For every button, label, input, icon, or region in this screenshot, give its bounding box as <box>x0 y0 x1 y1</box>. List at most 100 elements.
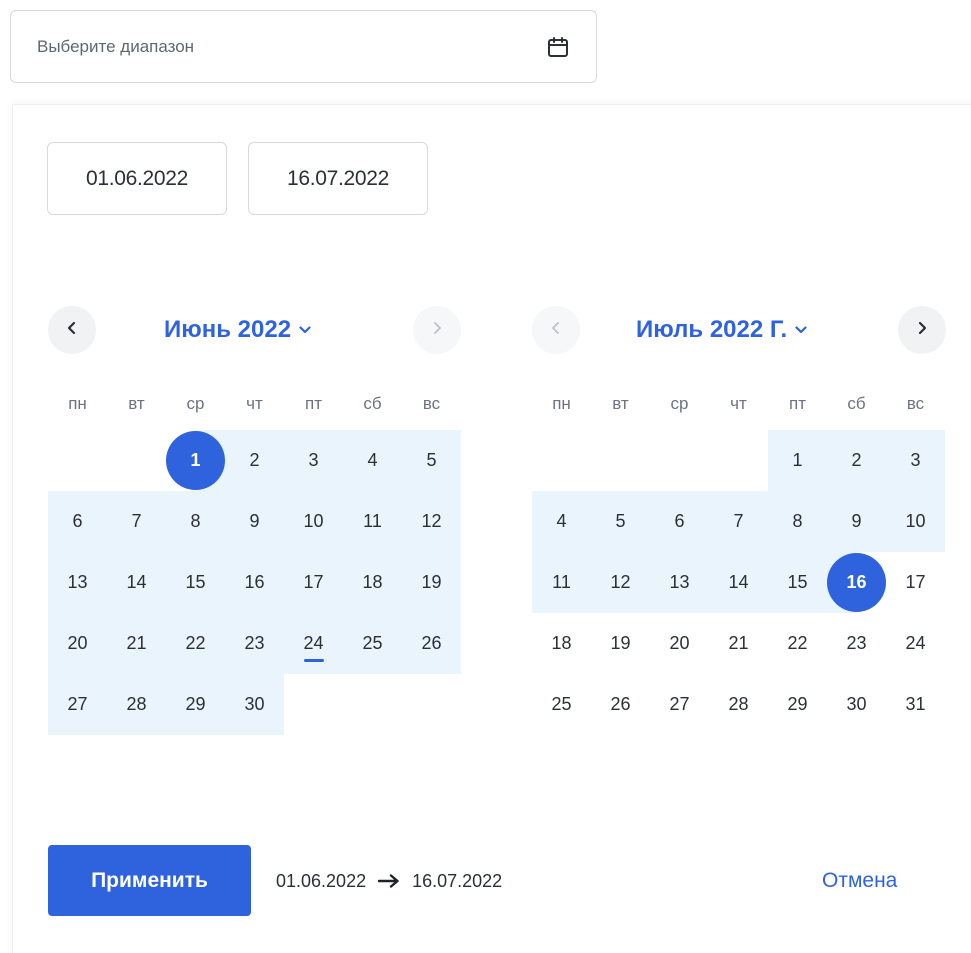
day-cell[interactable]: 11 <box>343 491 402 552</box>
calendar-icon[interactable] <box>546 35 570 59</box>
day-cell[interactable]: 21 <box>107 613 166 674</box>
week-row: 20 21 22 23 24 25 26 <box>48 613 461 674</box>
weekday-label: вт <box>612 394 629 413</box>
day-cell[interactable]: 31 <box>886 674 945 735</box>
day-cell[interactable]: 2 <box>225 430 284 491</box>
day-cell[interactable]: 22 <box>768 613 827 674</box>
day-cell[interactable]: 28 <box>107 674 166 735</box>
week-row: 11 12 13 14 15 16 17 <box>532 552 945 613</box>
day-cell[interactable]: 30 <box>225 674 284 735</box>
day-cell[interactable]: 5 <box>402 430 461 491</box>
day-number: 26 <box>610 694 631 714</box>
day-number: 7 <box>131 511 142 531</box>
apply-button[interactable]: Применить <box>48 845 251 916</box>
next-month-button[interactable] <box>898 306 946 354</box>
day-cell[interactable]: 24 <box>886 613 945 674</box>
end-date-field[interactable]: 16.07.2022 <box>248 142 428 215</box>
empty-day-cell <box>532 430 591 491</box>
day-number: 6 <box>72 511 83 531</box>
range-summary: 01.06.2022 16.07.2022 <box>276 866 502 896</box>
day-number: 8 <box>190 511 201 531</box>
day-number: 13 <box>669 572 690 592</box>
day-cell[interactable]: 3 <box>284 430 343 491</box>
day-number: 6 <box>674 511 685 531</box>
day-cell[interactable]: 13 <box>650 552 709 613</box>
day-cell[interactable]: 5 <box>591 491 650 552</box>
day-cell[interactable]: 29 <box>768 674 827 735</box>
day-cell[interactable]: 27 <box>650 674 709 735</box>
day-cell[interactable]: 17 <box>886 552 945 613</box>
day-cell[interactable]: 29 <box>166 674 225 735</box>
day-cell[interactable]: 23 <box>827 613 886 674</box>
day-cell[interactable]: 26 <box>591 674 650 735</box>
day-cell[interactable]: 7 <box>107 491 166 552</box>
day-cell[interactable]: 10 <box>284 491 343 552</box>
day-cell[interactable]: 19 <box>402 552 461 613</box>
day-cell[interactable]: 4 <box>532 491 591 552</box>
day-cell[interactable]: 14 <box>107 552 166 613</box>
day-cell[interactable]: 2 <box>827 430 886 491</box>
day-cell[interactable]: 16 <box>225 552 284 613</box>
day-cell[interactable]: 15 <box>768 552 827 613</box>
day-cell[interactable]: 14 <box>709 552 768 613</box>
day-cell[interactable]: 23 <box>225 613 284 674</box>
day-cell[interactable]: 22 <box>166 613 225 674</box>
day-cell[interactable]: 25 <box>532 674 591 735</box>
chevron-down-icon <box>795 326 807 334</box>
week-row: 18 19 20 21 22 23 24 <box>532 613 945 674</box>
day-cell[interactable]: 10 <box>886 491 945 552</box>
day-cell[interactable]: 3 <box>886 430 945 491</box>
day-cell[interactable]: 4 <box>343 430 402 491</box>
weekday-header: пн вт ср чт пт сб вс <box>48 378 461 430</box>
day-cell[interactable]: 30 <box>827 674 886 735</box>
day-cell[interactable]: 26 <box>402 613 461 674</box>
day-cell[interactable]: 12 <box>402 491 461 552</box>
day-cell[interactable]: 11 <box>532 552 591 613</box>
day-cell[interactable]: 28 <box>709 674 768 735</box>
day-cell[interactable]: 15 <box>166 552 225 613</box>
cancel-button[interactable]: Отмена <box>822 866 897 896</box>
day-cell[interactable]: 8 <box>166 491 225 552</box>
day-number: 10 <box>905 511 926 531</box>
day-number: 4 <box>556 511 567 531</box>
day-number: 16 <box>244 572 265 592</box>
month-selector-left[interactable]: Июнь 2022 <box>164 312 311 348</box>
date-range-input[interactable]: Выберите диапазон <box>10 10 597 83</box>
day-cell[interactable]: 18 <box>532 613 591 674</box>
day-cell[interactable]: 1 <box>768 430 827 491</box>
summary-end-date: 16.07.2022 <box>412 870 503 891</box>
weekday-label: пн <box>68 394 87 413</box>
day-cell[interactable]: 9 <box>827 491 886 552</box>
day-cell[interactable]: 20 <box>650 613 709 674</box>
day-cell[interactable]: 8 <box>768 491 827 552</box>
day-cell[interactable]: 17 <box>284 552 343 613</box>
day-cell[interactable]: 20 <box>48 613 107 674</box>
day-number: 30 <box>846 694 867 714</box>
day-cell[interactable]: 13 <box>48 552 107 613</box>
start-date-field[interactable]: 01.06.2022 <box>47 142 227 215</box>
day-cell[interactable]: 12 <box>591 552 650 613</box>
day-cell[interactable]: 7 <box>709 491 768 552</box>
day-cell-today[interactable]: 24 <box>284 613 343 674</box>
weekday-label: ср <box>670 394 689 413</box>
prev-month-button[interactable] <box>48 306 96 354</box>
day-cell[interactable]: 25 <box>343 613 402 674</box>
day-cell[interactable]: 9 <box>225 491 284 552</box>
day-cell[interactable]: 21 <box>709 613 768 674</box>
day-cell[interactable]: 27 <box>48 674 107 735</box>
weekday-label: чт <box>730 394 747 413</box>
day-number: 13 <box>67 572 88 592</box>
day-number: 23 <box>846 633 867 653</box>
calendar-july: пн вт ср чт пт сб вс 1 2 3 4 5 6 7 8 9 1… <box>532 378 945 735</box>
day-cell-selected-start[interactable]: 1 <box>166 430 225 491</box>
day-cell-selected-end[interactable]: 16 <box>827 552 886 613</box>
weekday-label: пт <box>789 394 806 413</box>
day-number: 27 <box>67 694 88 714</box>
day-cell[interactable]: 19 <box>591 613 650 674</box>
day-cell[interactable]: 18 <box>343 552 402 613</box>
weekday-label: сб <box>363 394 382 413</box>
day-cell[interactable]: 6 <box>650 491 709 552</box>
day-number: 24 <box>905 633 926 653</box>
day-cell[interactable]: 6 <box>48 491 107 552</box>
month-selector-right[interactable]: Июль 2022 Г. <box>636 312 807 348</box>
